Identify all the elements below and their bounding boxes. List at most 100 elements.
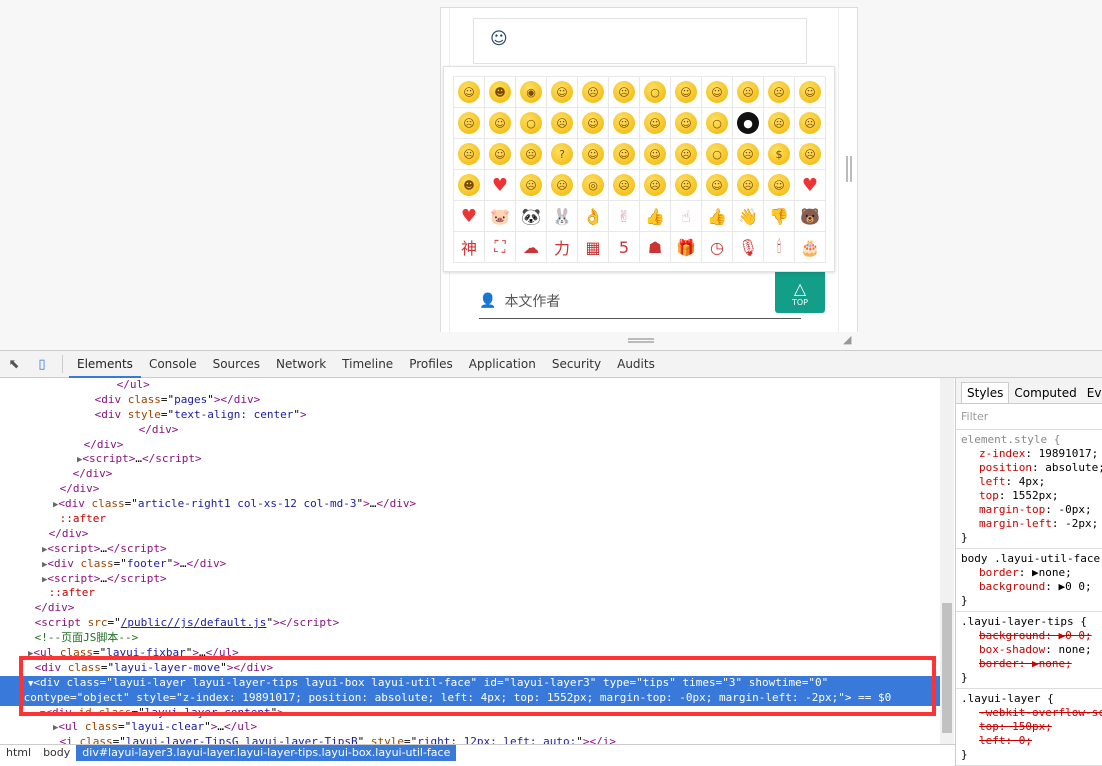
emoji-cell[interactable]: 力 [547,232,578,263]
emoji-cell[interactable]: 🎂 [795,232,826,263]
dom-node[interactable]: </div> [0,423,940,438]
emoji-cell[interactable]: ☺ [640,108,671,139]
emoji-cell[interactable]: ☁ [516,232,547,263]
dom-node[interactable]: ▼<div class="layui-layer layui-layer-tip… [0,675,940,691]
emoji-cell[interactable]: ○ [516,108,547,139]
tab-network[interactable]: Network [268,351,334,378]
dom-node[interactable]: <script src="/public//js/default.js"></s… [0,616,940,631]
back-to-top-button[interactable]: △ TOP [775,272,825,313]
emoji-cell[interactable]: 5 [609,232,640,263]
emoji-cell[interactable]: ☹ [764,77,795,108]
emoji-cell[interactable]: ● [733,108,764,139]
tab-audits[interactable]: Audits [609,351,663,378]
inspect-icon[interactable]: ⬉ [0,357,28,372]
resize-corner-icon[interactable]: ◢ [843,333,851,346]
css-property[interactable]: box-shadow: none; [961,643,1097,657]
emoji-cell[interactable]: 🐼 [516,201,547,232]
emoji-cell[interactable]: 👍 [640,201,671,232]
css-property[interactable]: left: 4px; [961,475,1097,489]
emoji-cell[interactable]: ✌ [609,201,640,232]
emoji-button-icon[interactable]: ☺ [490,29,508,49]
emoji-cell[interactable]: ☹ [516,170,547,201]
emoji-cell[interactable]: ☹ [733,77,764,108]
emoji-cell[interactable]: ☹ [671,139,702,170]
dom-node[interactable]: ▶<div class="article-right1 col-xs-12 co… [0,497,940,512]
css-property[interactable]: background: ▶0 0; [961,629,1097,643]
dom-node[interactable]: </ul> [0,378,940,393]
device-icon[interactable]: ▯ [28,357,56,372]
emoji-cell[interactable]: ☹ [671,170,702,201]
tab-event[interactable]: Event [1082,383,1102,403]
emoji-cell[interactable]: ? [547,139,578,170]
resize-handle-right[interactable] [846,156,852,182]
dom-node[interactable]: contype="object" style="z-index: 1989101… [0,690,940,706]
emoji-cell[interactable]: ☹ [795,108,826,139]
comment-box[interactable]: ☺ [473,18,807,64]
tab-console[interactable]: Console [141,351,205,378]
emoji-cell[interactable]: ☺ [702,77,733,108]
emoji-cell[interactable]: 🐻 [795,201,826,232]
css-property[interactable]: border: ▶none; [961,566,1097,580]
emoji-cell[interactable]: ○ [640,77,671,108]
emoji-cell[interactable]: ☺ [547,77,578,108]
dom-node[interactable]: ▶<ul class="layui-clear">…</ul> [0,720,940,735]
css-property[interactable]: margin-top: -0px; [961,503,1097,517]
tab-application[interactable]: Application [461,351,544,378]
tab-timeline[interactable]: Timeline [334,351,401,378]
emoji-cell[interactable]: 神 [454,232,485,263]
emoji-cell[interactable]: ☺ [609,108,640,139]
emoji-cell[interactable]: ☹ [578,77,609,108]
tab-profiles[interactable]: Profiles [401,351,461,378]
emoji-cell[interactable]: ⛶ [485,232,516,263]
dom-node[interactable]: </div> [0,467,940,482]
css-property[interactable]: position: absolute; [961,461,1102,475]
css-property[interactable]: border: ▶none; [961,657,1097,671]
emoji-cell[interactable]: ☝ [671,201,702,232]
breadcrumb-item[interactable]: html [0,745,37,761]
tab-computed[interactable]: Computed [1009,383,1081,403]
emoji-cell[interactable]: ☺ [795,77,826,108]
css-property[interactable]: background: ▶0 0; [961,580,1097,594]
emoji-cell[interactable]: ☹ [547,170,578,201]
emoji-cell[interactable]: ☺ [485,108,516,139]
emoji-cell[interactable]: ☹ [733,139,764,170]
filter-input[interactable]: Filter [956,404,1102,430]
emoji-cell[interactable]: 👎 [764,201,795,232]
dom-node[interactable]: </div> [0,438,940,453]
dom-node[interactable]: <div class="pages"></div> [0,393,940,408]
emoji-cell[interactable]: 🕯 [764,232,795,263]
emoji-cell[interactable]: ☹ [454,108,485,139]
emoji-cell[interactable]: ☹ [516,139,547,170]
emoji-cell[interactable]: ◎ [578,170,609,201]
emoji-cell[interactable]: ♥ [795,170,826,201]
emoji-cell[interactable]: ☺ [764,170,795,201]
resize-handle-bottom[interactable] [628,338,654,343]
emoji-cell[interactable]: ♥ [485,170,516,201]
emoji-cell[interactable]: ☺ [640,139,671,170]
emoji-cell[interactable]: 👋 [733,201,764,232]
emoji-cell[interactable]: ☻ [485,77,516,108]
dom-node[interactable]: ::after [0,512,940,527]
dom-node[interactable]: </div> [0,482,940,497]
css-property[interactable]: -webkit-overflow-scrolling: touch; [961,706,1102,720]
css-property[interactable]: top: 150px; [961,720,1097,734]
emoji-cell[interactable]: ☺ [578,108,609,139]
breadcrumb-item[interactable]: body [37,745,76,761]
emoji-cell[interactable]: ☺ [485,139,516,170]
emoji-cell[interactable]: ○ [702,139,733,170]
emoji-cell[interactable]: ☻ [454,170,485,201]
dom-node[interactable]: <div class="layui-layer-move"></div> [0,661,940,676]
emoji-cell[interactable]: $ [764,139,795,170]
emoji-cell[interactable]: ☺ [671,108,702,139]
emoji-cell[interactable]: ☺ [671,77,702,108]
emoji-cell[interactable]: ☹ [640,170,671,201]
tab-elements[interactable]: Elements [69,351,141,378]
emoji-cell[interactable]: 🎁 [671,232,702,263]
emoji-cell[interactable]: 🐰 [547,201,578,232]
emoji-cell[interactable]: ◷ [702,232,733,263]
scrollbar-thumb[interactable] [942,603,952,733]
emoji-cell[interactable]: 🎙 [733,232,764,263]
emoji-cell[interactable]: 🐷 [485,201,516,232]
dom-node[interactable]: </div> [0,601,940,616]
emoji-cell[interactable]: ☹ [733,170,764,201]
